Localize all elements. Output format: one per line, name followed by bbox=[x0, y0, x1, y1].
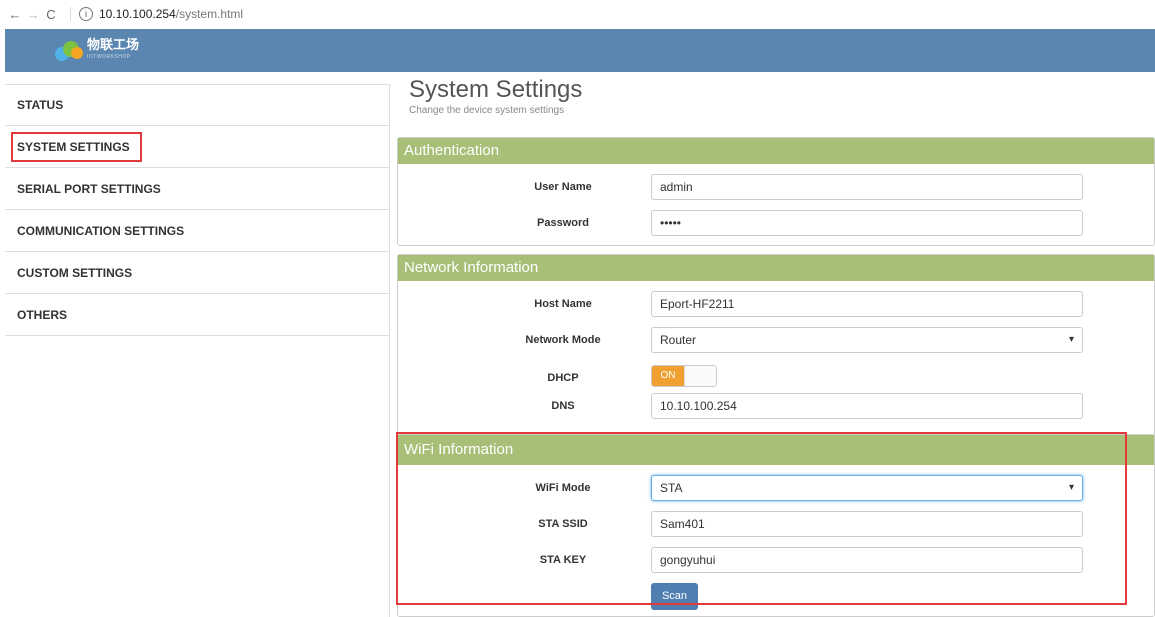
cloud-logo-icon bbox=[55, 41, 83, 61]
main-content: System Settings Change the device system… bbox=[397, 72, 1155, 617]
url-field[interactable]: i 10.10.100.254/system.html bbox=[70, 7, 243, 21]
dhcp-toggle-knob bbox=[684, 366, 716, 386]
network-information-heading: Network Information bbox=[398, 255, 1154, 281]
password-input[interactable]: ••••• bbox=[651, 210, 1083, 236]
logo[interactable]: 物联工场 IOTWORKSHOP bbox=[55, 38, 139, 64]
sidebar-item-status[interactable]: STATUS bbox=[5, 84, 389, 126]
network-mode-select[interactable]: Router bbox=[651, 327, 1083, 353]
browser-address-bar: ← → C i 10.10.100.254/system.html bbox=[0, 0, 1155, 28]
scan-button[interactable]: Scan bbox=[651, 583, 698, 610]
wifi-mode-select[interactable]: STA bbox=[651, 475, 1083, 501]
page-title: System Settings bbox=[409, 76, 583, 103]
user-name-input[interactable]: admin bbox=[651, 174, 1083, 200]
dhcp-toggle[interactable]: ON bbox=[651, 365, 717, 387]
wifi-information-panel: WiFi Information WiFi Mode STA STA SSID … bbox=[397, 434, 1155, 617]
sidebar-item-others[interactable]: OTHERS bbox=[5, 294, 389, 336]
sidebar-item-custom-settings[interactable]: CUSTOM SETTINGS bbox=[5, 252, 389, 294]
info-icon[interactable]: i bbox=[79, 7, 93, 21]
browser-nav: ← → C bbox=[6, 7, 60, 22]
sidebar-item-serial-port-settings[interactable]: SERIAL PORT SETTINGS bbox=[5, 168, 389, 210]
url-path: /system.html bbox=[175, 7, 244, 21]
reload-icon[interactable]: C bbox=[42, 7, 60, 22]
logo-text: 物联工场 IOTWORKSHOP bbox=[87, 37, 140, 60]
wifi-information-heading: WiFi Information bbox=[398, 435, 1154, 465]
sidebar-item-system-settings[interactable]: SYSTEM SETTINGS bbox=[5, 126, 389, 168]
back-icon[interactable]: ← bbox=[6, 7, 24, 22]
app-header: 物联工场 IOTWORKSHOP bbox=[5, 29, 1155, 72]
page-subtitle: Change the device system settings bbox=[409, 105, 565, 116]
url-host: 10.10.100.254 bbox=[99, 7, 176, 21]
sta-key-input[interactable]: gongyuhui bbox=[651, 547, 1083, 573]
sidebar: STATUS SYSTEM SETTINGS SERIAL PORT SETTI… bbox=[5, 84, 390, 617]
sidebar-item-communication-settings[interactable]: COMMUNICATION SETTINGS bbox=[5, 210, 389, 252]
sta-ssid-input[interactable]: Sam401 bbox=[651, 511, 1083, 537]
forward-icon[interactable]: → bbox=[24, 7, 42, 22]
dhcp-toggle-on: ON bbox=[652, 366, 684, 386]
authentication-heading: Authentication bbox=[398, 138, 1154, 164]
authentication-panel: Authentication User Name admin Password … bbox=[397, 137, 1155, 246]
host-name-input[interactable]: Eport-HF2211 bbox=[651, 291, 1083, 317]
dns-input[interactable]: 10.10.100.254 bbox=[651, 393, 1083, 419]
